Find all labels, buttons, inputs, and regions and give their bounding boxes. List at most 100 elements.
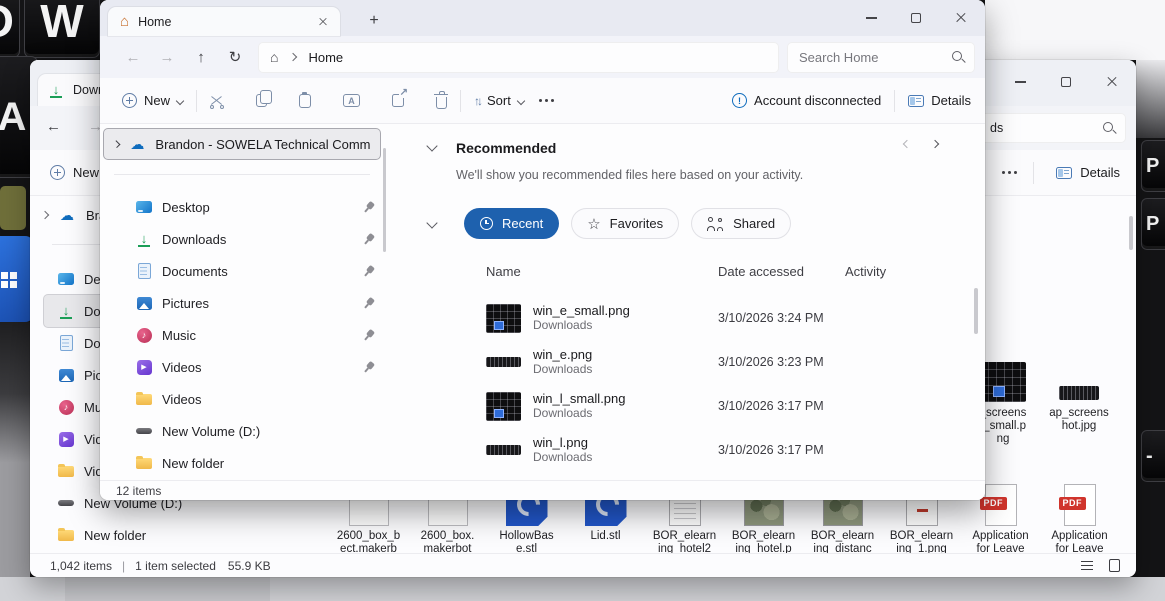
sidebar-item-label: Videos xyxy=(162,391,202,407)
file-name: win_e.png xyxy=(533,347,593,362)
maximize-icon xyxy=(1061,77,1071,87)
taskbar-area xyxy=(0,577,1165,601)
file-icon-item[interactable]: ap_screens hot.jpg xyxy=(1041,352,1117,446)
paste-button[interactable] xyxy=(299,91,312,108)
maximize-button[interactable] xyxy=(1044,66,1088,98)
search-box[interactable] xyxy=(787,41,975,73)
chevron-right-icon[interactable] xyxy=(112,139,121,149)
column-activity[interactable]: Activity xyxy=(845,264,886,279)
more-options-button[interactable] xyxy=(544,99,548,102)
sidebar-item-icon xyxy=(58,527,74,543)
refresh-button[interactable] xyxy=(218,48,252,66)
file-row[interactable]: win_e.png Downloads 3/10/2026 3:23 PM xyxy=(486,340,965,384)
filter-recent[interactable]: Recent xyxy=(464,208,560,239)
back-button[interactable] xyxy=(116,49,150,66)
back-button[interactable] xyxy=(46,118,61,135)
file-row[interactable]: win_e_small.png Downloads 3/10/2026 3:24… xyxy=(486,296,965,340)
scrollbar[interactable] xyxy=(1129,216,1133,250)
details-button[interactable]: Details xyxy=(1080,165,1120,180)
share-button[interactable] xyxy=(392,87,409,107)
sort-button[interactable]: Sort xyxy=(474,93,526,108)
icons-view-toggle[interactable] xyxy=(1109,559,1120,572)
file-row[interactable]: win_l_small.png Downloads 3/10/2026 3:17… xyxy=(486,384,965,428)
cut-button[interactable] xyxy=(210,94,225,109)
up-button[interactable] xyxy=(184,49,218,66)
explorer-window-home: Home Home Ne xyxy=(100,0,985,500)
file-label-line1: ap_screens xyxy=(1049,407,1109,419)
file-name: win_e_small.png xyxy=(533,303,630,318)
download-icon xyxy=(48,82,64,98)
divider xyxy=(1033,161,1035,184)
sidebar-item[interactable]: New folder xyxy=(110,447,386,479)
details-view-toggle[interactable] xyxy=(1081,564,1093,567)
scrollbar[interactable] xyxy=(383,148,386,252)
new-tab-button[interactable] xyxy=(362,9,386,33)
file-label-line2: hot.jpg xyxy=(1061,420,1097,432)
file-thumbnail: PDF xyxy=(1058,484,1096,526)
search-input[interactable] xyxy=(799,49,951,65)
main-content: Recommended We'll show you recommended f… xyxy=(392,124,985,480)
close-button[interactable] xyxy=(939,2,983,34)
copy-button[interactable] xyxy=(256,90,272,107)
file-thumbnail xyxy=(486,445,521,455)
sidebar-item[interactable]: Videos xyxy=(110,383,386,415)
sidebar-item[interactable]: Downloads xyxy=(110,223,386,255)
sidebar-item[interactable]: Pictures xyxy=(110,287,386,319)
filter-favorites[interactable]: Favorites xyxy=(571,208,680,239)
command-bar: New Sort Accoun xyxy=(100,78,985,124)
rename-button[interactable] xyxy=(343,94,361,107)
wallpaper-key: P xyxy=(1141,198,1165,250)
sidebar-item-onedrive[interactable]: Brandon - SOWELA Technical Community xyxy=(104,129,380,159)
more-options-button[interactable] xyxy=(1008,171,1012,174)
chevron-down-icon xyxy=(175,96,185,105)
sort-icon xyxy=(474,94,480,108)
forward-button[interactable] xyxy=(150,49,184,66)
search-icon xyxy=(1102,121,1116,135)
sidebar-item[interactable]: Documents xyxy=(110,255,386,287)
sidebar-item[interactable]: Music xyxy=(110,319,386,351)
sidebar-item[interactable]: New Volume (D:) xyxy=(110,415,386,447)
column-name[interactable]: Name xyxy=(486,264,521,279)
new-button[interactable]: New xyxy=(122,93,185,108)
minimize-button[interactable] xyxy=(998,66,1042,98)
carousel-prev-icon[interactable] xyxy=(902,139,912,149)
collapse-recommended-icon[interactable] xyxy=(426,140,438,152)
minimize-icon xyxy=(865,17,877,19)
column-date-accessed[interactable]: Date accessed xyxy=(718,264,804,279)
windows-key xyxy=(0,236,34,322)
scrollbar[interactable] xyxy=(974,288,978,334)
search-text: ds xyxy=(990,121,1004,135)
sidebar-item-icon xyxy=(58,367,74,383)
tab-bar[interactable]: Home xyxy=(100,0,985,36)
account-status[interactable]: Account disconnected xyxy=(732,93,881,108)
selection-count: 1 item selected xyxy=(135,558,216,573)
wallpaper-key-edge xyxy=(0,186,26,230)
details-button[interactable]: Details xyxy=(908,93,971,108)
collapse-recent-icon[interactable] xyxy=(426,217,438,229)
sidebar-item[interactable]: Desktop xyxy=(110,191,386,223)
sidebar-item-icon xyxy=(58,399,74,415)
carousel-next-icon[interactable] xyxy=(930,139,940,149)
file-label-line1: BOR_elearn xyxy=(652,530,717,542)
file-icon-item[interactable]: PDF Application for Leave xyxy=(1040,478,1119,553)
new-button[interactable]: New xyxy=(73,165,99,180)
filter-shared[interactable]: Shared xyxy=(691,208,792,239)
wallpaper-key: P xyxy=(1141,140,1165,192)
delete-button[interactable] xyxy=(434,90,449,109)
address-bar[interactable]: Home xyxy=(258,41,779,73)
minimize-button[interactable] xyxy=(849,2,893,34)
breadcrumb[interactable]: Home xyxy=(308,50,343,65)
tab-home[interactable]: Home xyxy=(108,7,340,36)
recommended-subtitle: We'll show you recommended files here ba… xyxy=(456,168,804,182)
sidebar-item-label: Downloads xyxy=(162,231,227,247)
close-tab-icon[interactable] xyxy=(319,18,327,26)
selection-size: 55.9 KB xyxy=(227,558,271,573)
onedrive-cloud-icon xyxy=(130,136,144,153)
chevron-right-icon[interactable] xyxy=(40,210,50,220)
people-icon xyxy=(707,217,724,231)
file-row[interactable]: win_l.png Downloads 3/10/2026 3:17 PM xyxy=(486,428,965,472)
maximize-button[interactable] xyxy=(894,2,938,34)
close-button[interactable] xyxy=(1090,66,1134,98)
sidebar-item[interactable]: Videos xyxy=(110,351,386,383)
sidebar-item[interactable]: New folder xyxy=(44,519,294,551)
